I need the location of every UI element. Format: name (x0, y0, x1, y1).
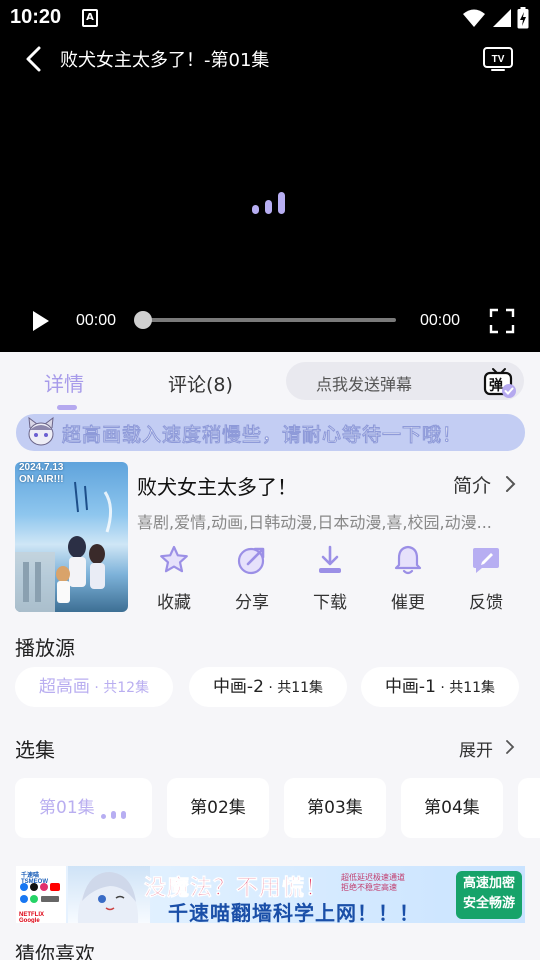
episode-card-04[interactable]: 第04集 (401, 778, 503, 838)
download-icon (319, 545, 341, 573)
source-count: · 共12集 (89, 680, 150, 696)
episode-label: 第01集 (39, 798, 95, 818)
tab-details[interactable]: 详情 (44, 368, 84, 397)
notice-banner: 超高画载入速度稍慢些，请耐心等待一下哦！ (16, 414, 525, 451)
action-label-download: 下载 (313, 593, 347, 613)
anime-title: 败犬女主太多了！ (137, 475, 297, 499)
playing-indicator-icon (101, 811, 126, 819)
feedback-icon (473, 548, 499, 573)
anime-poster[interactable]: 2024.7.13 ON AIR!!! (15, 462, 128, 612)
source-count: · 共11集 (435, 680, 496, 696)
action-label-feedback: 反馈 (469, 593, 503, 613)
video-player[interactable]: 10:20 A 败犬女主太多了！-第01集 TV 00:00 00:00 (0, 0, 540, 352)
feedback-button[interactable]: 反馈 (456, 544, 516, 613)
episode-card-01[interactable]: 第01集 (15, 778, 152, 838)
cast-tv-icon[interactable]: TV (482, 44, 514, 72)
progress-thumb[interactable] (134, 311, 152, 329)
status-time: 10:20 (10, 6, 62, 28)
favorite-button[interactable]: 收藏 (144, 544, 204, 613)
danmaku-toggle-icon[interactable]: 弹 (482, 366, 516, 398)
chevron-right-icon[interactable] (503, 738, 517, 756)
play-button[interactable] (26, 307, 54, 335)
episode-card-03[interactable]: 第03集 (284, 778, 386, 838)
progress-bar[interactable] (138, 318, 396, 322)
expand-episodes-button[interactable]: 展开 (459, 736, 493, 761)
episode-label: 第02集 (190, 798, 246, 818)
tab-active-indicator (57, 405, 77, 410)
anime-tags: 喜剧,爱情,动画,日韩动漫,日本动漫,喜,校园,动漫... (137, 513, 492, 532)
source-chip-super-hd[interactable]: 超高画 · 共12集 (15, 667, 173, 707)
episode-label: 第04集 (424, 798, 480, 818)
social-logos-icon (20, 883, 60, 903)
ad-brand-panel: 千速喵 TSMEOW NETFLIX Google (16, 866, 66, 923)
download-button[interactable]: 下载 (300, 544, 360, 613)
remind-update-button[interactable]: 催更 (378, 544, 438, 613)
loading-indicator-icon (252, 192, 285, 214)
accessibility-notification-icon: A (82, 9, 98, 27)
source-chip-medium-1[interactable]: 中画-1 · 共11集 (361, 667, 519, 707)
source-count: · 共11集 (263, 680, 324, 696)
source-name: 超高画 (38, 677, 90, 697)
ad-badge: 高速加密 安全畅游 (456, 871, 522, 919)
action-label-share: 分享 (235, 593, 269, 613)
source-name: 中画-2 (212, 677, 264, 697)
share-icon (237, 547, 265, 575)
total-time: 00:00 (420, 312, 461, 329)
back-button[interactable] (20, 44, 50, 74)
section-title-sources: 播放源 (15, 636, 75, 660)
ad-small-text: 超低延迟极速通道 拒绝不稳定高速 (341, 873, 405, 892)
current-time: 00:00 (76, 312, 117, 329)
svg-text:TV: TV (492, 54, 505, 65)
cat-mascot-icon (28, 416, 54, 446)
danmaku-input[interactable]: 点我发送弹幕 弹 (286, 362, 524, 400)
ad-mascot-image (68, 866, 150, 923)
source-chip-medium-2[interactable]: 中画-2 · 共11集 (189, 667, 347, 707)
episode-label: 第03集 (307, 798, 363, 818)
source-name: 中画-1 (384, 677, 436, 697)
bell-icon (394, 545, 422, 575)
video-title: 败犬女主太多了！-第01集 (60, 50, 270, 71)
chevron-right-icon[interactable] (503, 474, 517, 494)
star-icon (160, 545, 188, 573)
fullscreen-icon[interactable] (489, 308, 515, 334)
action-label-remind: 催更 (391, 593, 425, 613)
section-title-episodes: 选集 (15, 738, 55, 762)
share-button[interactable]: 分享 (222, 544, 282, 613)
episode-card-02[interactable]: 第02集 (167, 778, 269, 838)
episode-card-05-partial[interactable] (518, 778, 540, 838)
danmaku-placeholder: 点我发送弹幕 (316, 375, 413, 394)
signal-icon (493, 9, 511, 27)
danmaku-icon-char: 弹 (489, 377, 503, 394)
ad-logos: NETFLIX Google (19, 912, 44, 923)
poster-artwork (15, 481, 112, 612)
action-label-favorite: 收藏 (157, 593, 191, 613)
ad-subline: 千速喵翻墙科学上网！！！ (168, 901, 420, 923)
intro-link[interactable]: 简介 (453, 471, 491, 498)
wifi-icon (463, 9, 485, 27)
ad-banner[interactable]: 千速喵 TSMEOW NETFLIX Google 没魔法？不用慌！ 超低延迟极… (16, 866, 525, 923)
status-bar: 10:20 A (0, 0, 540, 36)
notice-text: 超高画载入速度稍慢些，请耐心等待一下哦！ (62, 424, 463, 446)
section-title-recommendations: 猜你喜欢 (15, 942, 95, 960)
battery-charging-icon (517, 7, 529, 29)
tab-comments[interactable]: 评论(8) (168, 370, 233, 397)
